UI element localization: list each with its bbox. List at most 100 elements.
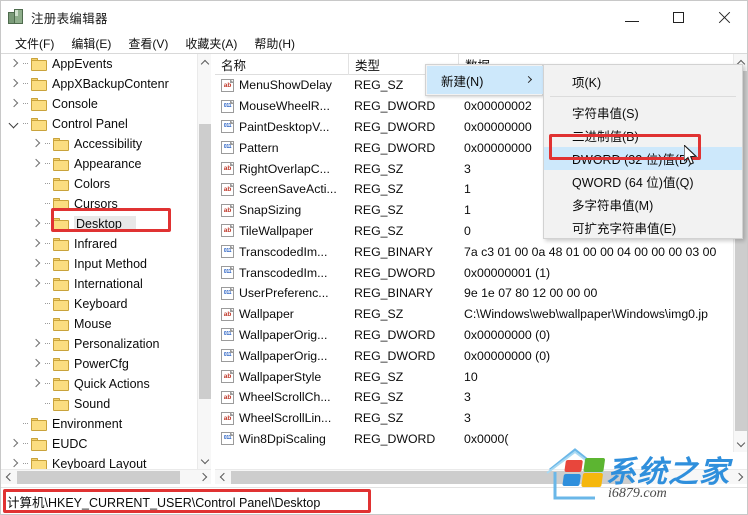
tree-horizontal-scrollbar[interactable] bbox=[1, 469, 211, 484]
list-hscroll-left-icon[interactable] bbox=[215, 470, 230, 485]
submenu-item-6[interactable]: 可扩充字符串值(E) bbox=[544, 216, 742, 239]
submenu-item-2[interactable]: 二进制值(B) bbox=[544, 124, 742, 147]
tree-item-eudc[interactable]: EUDC bbox=[1, 434, 197, 454]
tree-item-label: EUDC bbox=[52, 437, 88, 451]
tree-item-label: Keyboard Layout bbox=[52, 457, 147, 469]
tree-item-sound[interactable]: Sound bbox=[1, 394, 197, 414]
registry-tree[interactable]: AppEvents AppXBackupContenr Console Control… bbox=[1, 54, 197, 469]
chevron-right-icon[interactable] bbox=[29, 354, 44, 374]
tree-item-powercfg[interactable]: PowerCfg bbox=[1, 354, 197, 374]
table-row[interactable]: 011 UserPreferenc... REG_BINARY 9e 1e 07 80… bbox=[215, 283, 733, 304]
tree-item-international[interactable]: International bbox=[1, 274, 197, 294]
column-header-name[interactable]: 名称 bbox=[215, 54, 349, 75]
tree-item-environment[interactable]: Environment bbox=[1, 414, 197, 434]
tree-item-keyboard[interactable]: Keyboard bbox=[1, 294, 197, 314]
tree-item-appxbackupcontenr[interactable]: AppXBackupContenr bbox=[1, 74, 197, 94]
tree-item-appearance[interactable]: Appearance bbox=[1, 154, 197, 174]
tree-item-accessibility[interactable]: Accessibility bbox=[1, 134, 197, 154]
submenu-item-1[interactable]: 字符串值(S) bbox=[544, 101, 742, 124]
value-type: REG_SZ bbox=[354, 390, 404, 405]
menu-file[interactable]: 文件(F) bbox=[7, 34, 63, 53]
tree-item-desktop[interactable]: Desktop bbox=[1, 214, 197, 234]
tree-item-appevents[interactable]: AppEvents bbox=[1, 54, 197, 74]
tree-item-label: Mouse bbox=[74, 317, 112, 331]
submenu-item-label: QWORD (64 位)值(Q) bbox=[572, 176, 694, 190]
table-row[interactable]: 011 TranscodedIm... REG_BINARY 7a c3 01 00 … bbox=[215, 241, 733, 262]
chevron-right-icon[interactable] bbox=[7, 434, 22, 454]
tree-item-label: Control Panel bbox=[52, 117, 128, 131]
string-value-icon: ab bbox=[221, 411, 234, 425]
folder-icon bbox=[53, 177, 69, 191]
tree-connector bbox=[44, 134, 53, 154]
tree-item-control-panel[interactable]: Control Panel bbox=[1, 114, 197, 134]
tree-hscroll-right-icon[interactable] bbox=[196, 470, 211, 485]
tree-item-mouse[interactable]: Mouse bbox=[1, 314, 197, 334]
tree-item-cursors[interactable]: Cursors bbox=[1, 194, 197, 214]
tree-vertical-scrollbar[interactable] bbox=[197, 54, 211, 469]
tree-connector bbox=[22, 414, 31, 434]
chevron-right-icon[interactable] bbox=[29, 134, 44, 154]
table-row[interactable]: ab Wallpaper REG_SZ C:\Windows\web\wallpape… bbox=[215, 304, 733, 325]
tree-scroll-down-icon[interactable] bbox=[198, 453, 211, 469]
value-name: WallpaperStyle bbox=[239, 369, 322, 384]
binary-value-icon: 011 bbox=[221, 245, 234, 259]
submenu-item-label: DWORD (32 位)值(D) bbox=[572, 153, 693, 167]
chevron-right-icon[interactable] bbox=[29, 274, 44, 294]
submenu-item-4[interactable]: QWORD (64 位)值(Q) bbox=[544, 170, 742, 193]
tree-item-quick-actions[interactable]: Quick Actions bbox=[1, 374, 197, 394]
value-name: UserPreferenc... bbox=[239, 286, 329, 301]
tree-item-colors[interactable]: Colors bbox=[1, 174, 197, 194]
value-type: REG_DWORD bbox=[354, 140, 436, 155]
chevron-right-icon[interactable] bbox=[29, 334, 44, 354]
chevron-right-icon[interactable] bbox=[7, 454, 22, 469]
submenu-item-0[interactable]: 项(K) bbox=[544, 70, 742, 93]
value-name: ScreenSaveActi... bbox=[239, 182, 337, 197]
maximize-button[interactable] bbox=[655, 1, 701, 33]
title-bar: 注册表编辑器 bbox=[1, 1, 747, 33]
chevron-right-icon[interactable] bbox=[29, 374, 44, 394]
folder-icon bbox=[53, 377, 69, 391]
tree-hscrollbar-thumb[interactable] bbox=[17, 471, 180, 484]
tree-item-keyboard-layout[interactable]: Keyboard Layout bbox=[1, 454, 197, 469]
table-row[interactable]: 011 WallpaperOrig... REG_DWORD 0x00000000 (… bbox=[215, 345, 733, 366]
tree-item-personalization[interactable]: Personalization bbox=[1, 334, 197, 354]
value-data: C:\Windows\web\wallpaper\Windows\img0.jp bbox=[464, 307, 708, 322]
folder-icon bbox=[53, 317, 69, 331]
tree-scrollbar-thumb[interactable] bbox=[199, 124, 211, 399]
table-row[interactable]: 011 WallpaperOrig... REG_DWORD 0x00000000 (… bbox=[215, 325, 733, 346]
close-button[interactable] bbox=[701, 1, 747, 33]
tree-item-label: Console bbox=[52, 97, 98, 111]
tree-item-label: AppEvents bbox=[52, 57, 113, 71]
tree-hscroll-left-icon[interactable] bbox=[1, 470, 16, 485]
menu-edit[interactable]: 编辑(E) bbox=[63, 34, 120, 53]
value-data: 3 bbox=[464, 411, 471, 426]
submenu-item-label: 字符串值(S) bbox=[572, 107, 639, 121]
chevron-right-icon[interactable] bbox=[7, 74, 22, 94]
menu-favorites[interactable]: 收藏夹(A) bbox=[177, 34, 246, 53]
menu-view[interactable]: 查看(V) bbox=[120, 34, 177, 53]
chevron-right-icon[interactable] bbox=[29, 254, 44, 274]
chevron-right-icon[interactable] bbox=[29, 234, 44, 254]
table-row[interactable]: ab WheelScrollCh... REG_SZ 3 bbox=[215, 387, 733, 408]
table-row[interactable]: 011 TranscodedIm... REG_DWORD 0x00000001 (1… bbox=[215, 262, 733, 283]
context-menu-item-new[interactable]: 新建(N) bbox=[427, 66, 543, 94]
chevron-right-icon[interactable] bbox=[7, 94, 22, 114]
table-row[interactable]: ab WheelScrollLin... REG_SZ 3 bbox=[215, 408, 733, 429]
minimize-button[interactable] bbox=[609, 1, 655, 33]
folder-icon bbox=[31, 117, 47, 131]
chevron-right-icon[interactable] bbox=[29, 154, 44, 174]
table-row[interactable]: ab WallpaperStyle REG_SZ 10 bbox=[215, 366, 733, 387]
tree-item-infrared[interactable]: Infrared bbox=[1, 234, 197, 254]
submenu-item-3[interactable]: DWORD (32 位)值(D) bbox=[544, 147, 742, 170]
submenu-item-5[interactable]: 多字符串值(M) bbox=[544, 193, 742, 216]
chevron-right-icon[interactable] bbox=[29, 214, 44, 234]
chevron-right-icon[interactable] bbox=[7, 54, 22, 74]
chevron-down-icon[interactable] bbox=[7, 114, 22, 134]
tree-scroll-up-icon[interactable] bbox=[198, 54, 211, 70]
tree-connector bbox=[44, 374, 53, 394]
menu-help[interactable]: 帮助(H) bbox=[246, 34, 304, 53]
tree-connector bbox=[44, 314, 53, 334]
tree-item-console[interactable]: Console bbox=[1, 94, 197, 114]
tree-item-input-method[interactable]: Input Method bbox=[1, 254, 197, 274]
